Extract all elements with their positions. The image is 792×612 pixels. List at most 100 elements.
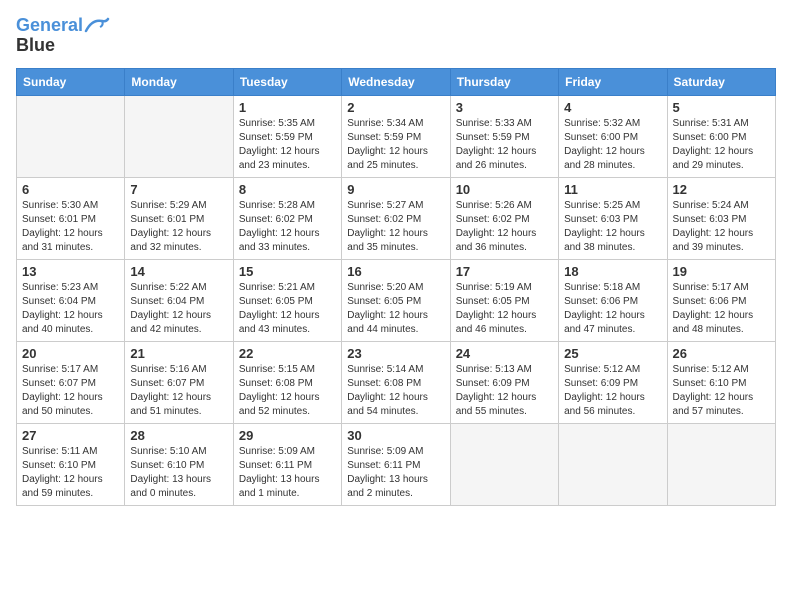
day-number: 6 <box>22 182 119 197</box>
calendar-cell: 1 Sunrise: 5:35 AMSunset: 5:59 PMDaylight… <box>233 95 341 177</box>
day-info: Sunrise: 5:09 AMSunset: 6:11 PMDaylight:… <box>239 445 336 501</box>
calendar-cell: 27Sunrise: 5:11 AMSunset: 6:10 PMDayligh… <box>17 423 125 505</box>
day-info: Sunrise: 5:13 AMSunset: 6:09 PMDaylight:… <box>456 363 553 419</box>
day-number: 28 <box>130 428 227 443</box>
day-number: 2 <box>347 100 444 115</box>
day-number: 4 <box>564 100 661 115</box>
day-info: Sunrise: 5:22 AMSunset: 6:04 PMDaylight:… <box>130 281 227 337</box>
day-info: Sunrise: 5:26 AMSunset: 6:02 PMDaylight:… <box>456 199 553 255</box>
weekday-header-friday: Friday <box>559 68 667 95</box>
day-info: Sunrise: 5:29 AMSunset: 6:01 PMDaylight:… <box>130 199 227 255</box>
day-number: 17 <box>456 264 553 279</box>
day-number: 27 <box>22 428 119 443</box>
calendar-cell <box>450 423 558 505</box>
day-info: Sunrise: 5:20 AMSunset: 6:05 PMDaylight:… <box>347 281 444 337</box>
calendar-cell: 4Sunrise: 5:32 AMSunset: 6:00 PMDaylight… <box>559 95 667 177</box>
calendar-cell: 5 Sunrise: 5:31 AMSunset: 6:00 PMDaylight… <box>667 95 775 177</box>
calendar-cell: 11 Sunrise: 5:25 AMSunset: 6:03 PMDayligh… <box>559 177 667 259</box>
calendar-week-row: 27Sunrise: 5:11 AMSunset: 6:10 PMDayligh… <box>17 423 776 505</box>
weekday-header-wednesday: Wednesday <box>342 68 450 95</box>
weekday-header-sunday: Sunday <box>17 68 125 95</box>
day-number: 18 <box>564 264 661 279</box>
weekday-header-monday: Monday <box>125 68 233 95</box>
day-info: Sunrise: 5:09 AMSunset: 6:11 PMDaylight:… <box>347 445 444 501</box>
day-number: 7 <box>130 182 227 197</box>
day-info: Sunrise: 5:34 AMSunset: 5:59 PMDaylight:… <box>347 117 444 173</box>
day-number: 5 <box>673 100 770 115</box>
day-info: Sunrise: 5:18 AMSunset: 6:06 PMDaylight:… <box>564 281 661 337</box>
day-number: 20 <box>22 346 119 361</box>
page-header: General Blue <box>16 16 776 56</box>
calendar-cell: 28 Sunrise: 5:10 AMSunset: 6:10 PMDayligh… <box>125 423 233 505</box>
calendar-header-row: SundayMondayTuesdayWednesdayThursdayFrid… <box>17 68 776 95</box>
day-number: 10 <box>456 182 553 197</box>
day-number: 23 <box>347 346 444 361</box>
day-info: Sunrise: 5:28 AMSunset: 6:02 PMDaylight:… <box>239 199 336 255</box>
day-info: Sunrise: 5:24 AMSunset: 6:03 PMDaylight:… <box>673 199 770 255</box>
day-number: 8 <box>239 182 336 197</box>
day-info: Sunrise: 5:31 AMSunset: 6:00 PMDaylight:… <box>673 117 770 173</box>
calendar-cell: 15 Sunrise: 5:21 AMSunset: 6:05 PMDayligh… <box>233 259 341 341</box>
day-number: 9 <box>347 182 444 197</box>
calendar-cell: 18 Sunrise: 5:18 AMSunset: 6:06 PMDayligh… <box>559 259 667 341</box>
calendar-cell: 3Sunrise: 5:33 AMSunset: 5:59 PMDaylight… <box>450 95 558 177</box>
day-info: Sunrise: 5:35 AMSunset: 5:59 PMDaylight:… <box>239 117 336 173</box>
day-info: Sunrise: 5:12 AMSunset: 6:09 PMDaylight:… <box>564 363 661 419</box>
calendar-cell: 6Sunrise: 5:30 AMSunset: 6:01 PMDaylight… <box>17 177 125 259</box>
calendar-week-row: 20Sunrise: 5:17 AMSunset: 6:07 PMDayligh… <box>17 341 776 423</box>
day-number: 13 <box>22 264 119 279</box>
calendar-cell: 12 Sunrise: 5:24 AMSunset: 6:03 PMDayligh… <box>667 177 775 259</box>
day-info: Sunrise: 5:23 AMSunset: 6:04 PMDaylight:… <box>22 281 119 337</box>
calendar-cell: 9 Sunrise: 5:27 AMSunset: 6:02 PMDaylight… <box>342 177 450 259</box>
day-number: 14 <box>130 264 227 279</box>
calendar-cell: 21Sunrise: 5:16 AMSunset: 6:07 PMDayligh… <box>125 341 233 423</box>
day-number: 19 <box>673 264 770 279</box>
day-number: 30 <box>347 428 444 443</box>
calendar-cell: 7 Sunrise: 5:29 AMSunset: 6:01 PMDaylight… <box>125 177 233 259</box>
calendar-cell <box>667 423 775 505</box>
day-info: Sunrise: 5:21 AMSunset: 6:05 PMDaylight:… <box>239 281 336 337</box>
calendar-cell: 25 Sunrise: 5:12 AMSunset: 6:09 PMDayligh… <box>559 341 667 423</box>
day-info: Sunrise: 5:15 AMSunset: 6:08 PMDaylight:… <box>239 363 336 419</box>
day-info: Sunrise: 5:25 AMSunset: 6:03 PMDaylight:… <box>564 199 661 255</box>
calendar-cell: 22 Sunrise: 5:15 AMSunset: 6:08 PMDayligh… <box>233 341 341 423</box>
day-number: 15 <box>239 264 336 279</box>
calendar-week-row: 13 Sunrise: 5:23 AMSunset: 6:04 PMDayligh… <box>17 259 776 341</box>
day-info: Sunrise: 5:27 AMSunset: 6:02 PMDaylight:… <box>347 199 444 255</box>
calendar-cell: 30 Sunrise: 5:09 AMSunset: 6:11 PMDayligh… <box>342 423 450 505</box>
day-number: 16 <box>347 264 444 279</box>
day-info: Sunrise: 5:10 AMSunset: 6:10 PMDaylight:… <box>130 445 227 501</box>
day-info: Sunrise: 5:33 AMSunset: 5:59 PMDaylight:… <box>456 117 553 173</box>
day-number: 26 <box>673 346 770 361</box>
calendar-cell: 16 Sunrise: 5:20 AMSunset: 6:05 PMDayligh… <box>342 259 450 341</box>
calendar-table: SundayMondayTuesdayWednesdayThursdayFrid… <box>16 68 776 506</box>
calendar-cell <box>17 95 125 177</box>
day-number: 21 <box>130 346 227 361</box>
calendar-cell: 20Sunrise: 5:17 AMSunset: 6:07 PMDayligh… <box>17 341 125 423</box>
day-info: Sunrise: 5:12 AMSunset: 6:10 PMDaylight:… <box>673 363 770 419</box>
calendar-cell: 8 Sunrise: 5:28 AMSunset: 6:02 PMDaylight… <box>233 177 341 259</box>
calendar-cell: 13 Sunrise: 5:23 AMSunset: 6:04 PMDayligh… <box>17 259 125 341</box>
day-number: 25 <box>564 346 661 361</box>
day-number: 24 <box>456 346 553 361</box>
day-info: Sunrise: 5:14 AMSunset: 6:08 PMDaylight:… <box>347 363 444 419</box>
weekday-header-tuesday: Tuesday <box>233 68 341 95</box>
weekday-header-thursday: Thursday <box>450 68 558 95</box>
calendar-week-row: 6Sunrise: 5:30 AMSunset: 6:01 PMDaylight… <box>17 177 776 259</box>
day-number: 29 <box>239 428 336 443</box>
day-number: 11 <box>564 182 661 197</box>
day-number: 1 <box>239 100 336 115</box>
calendar-cell: 14 Sunrise: 5:22 AMSunset: 6:04 PMDayligh… <box>125 259 233 341</box>
logo-text: General Blue <box>16 16 110 56</box>
day-number: 22 <box>239 346 336 361</box>
logo-bird-icon <box>84 17 110 35</box>
calendar-cell: 24 Sunrise: 5:13 AMSunset: 6:09 PMDayligh… <box>450 341 558 423</box>
calendar-week-row: 1 Sunrise: 5:35 AMSunset: 5:59 PMDaylight… <box>17 95 776 177</box>
day-number: 12 <box>673 182 770 197</box>
calendar-cell: 2 Sunrise: 5:34 AMSunset: 5:59 PMDaylight… <box>342 95 450 177</box>
calendar-cell: 19Sunrise: 5:17 AMSunset: 6:06 PMDayligh… <box>667 259 775 341</box>
logo: General Blue <box>16 16 110 56</box>
calendar-cell <box>125 95 233 177</box>
calendar-cell <box>559 423 667 505</box>
calendar-cell: 23 Sunrise: 5:14 AMSunset: 6:08 PMDayligh… <box>342 341 450 423</box>
